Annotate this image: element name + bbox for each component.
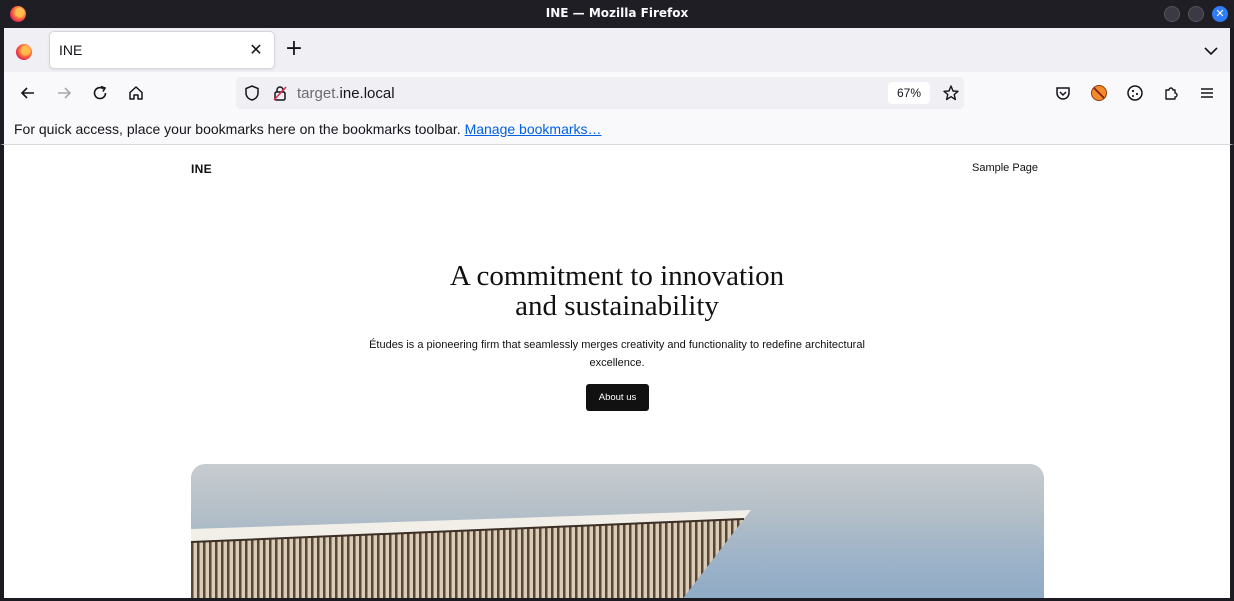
hero-building-image [191,464,1044,598]
tab-strip: INE ✕ + [0,28,1234,72]
tab-ine[interactable]: INE ✕ [50,32,274,68]
hero-heading: A commitment to innovation and sustainab… [317,261,917,321]
navigation-toolbar: target.ine.local 67% [0,72,1234,114]
menu-hamburger-icon[interactable] [1195,81,1219,105]
bookmark-star-icon[interactable] [939,81,963,105]
hero-description: Études is a pioneering firm that seamles… [369,339,865,369]
zoom-level-button[interactable]: 67% [888,82,930,104]
nav-link-sample-page[interactable]: Sample Page [972,162,1038,174]
url-domain: ine.local [339,85,395,102]
extension-blocker-icon[interactable] [1087,81,1111,105]
new-tab-button[interactable]: + [282,38,306,62]
reload-icon[interactable] [88,81,112,105]
cookie-icon[interactable] [1123,81,1147,105]
minimize-button[interactable] [1164,6,1180,22]
url-text[interactable]: target.ine.local [297,85,395,102]
manage-bookmarks-link[interactable]: Manage bookmarks… [465,121,602,137]
window-title: INE — Mozilla Firefox [545,6,689,20]
bookmarks-toolbar-message: For quick access, place your bookmarks h… [14,121,602,137]
pocket-icon[interactable] [1051,81,1075,105]
window-titlebar: INE — Mozilla Firefox ✕ [0,0,1234,28]
tab-title: INE [59,42,83,58]
about-us-button[interactable]: About us [586,384,649,411]
hero-heading-line2: and sustainability [515,290,719,322]
insecure-lock-icon[interactable] [268,81,292,105]
firefox-view-icon[interactable] [16,44,32,60]
list-all-tabs-chevron-down-icon[interactable] [1200,40,1222,62]
building-roof-illustration [191,510,751,598]
home-icon[interactable] [124,81,148,105]
site-title-link[interactable]: INE [191,162,212,176]
bookmarks-hint-text: For quick access, place your bookmarks h… [14,121,461,137]
forward-arrow-icon[interactable] [52,81,76,105]
tracking-protection-shield-icon[interactable] [240,81,264,105]
back-arrow-icon[interactable] [16,81,40,105]
maximize-button[interactable] [1188,6,1204,22]
url-subdomain: target. [297,85,340,102]
tab-close-icon[interactable]: ✕ [246,40,266,60]
address-bar[interactable]: target.ine.local 67% [236,77,964,109]
bookmarks-toolbar: For quick access, place your bookmarks h… [0,114,1234,145]
page-content: INE Sample Page A commitment to innovati… [4,145,1230,598]
hero-heading-line1: A commitment to innovation [449,260,785,292]
extensions-puzzle-icon[interactable] [1159,81,1183,105]
close-window-button[interactable]: ✕ [1212,6,1228,22]
